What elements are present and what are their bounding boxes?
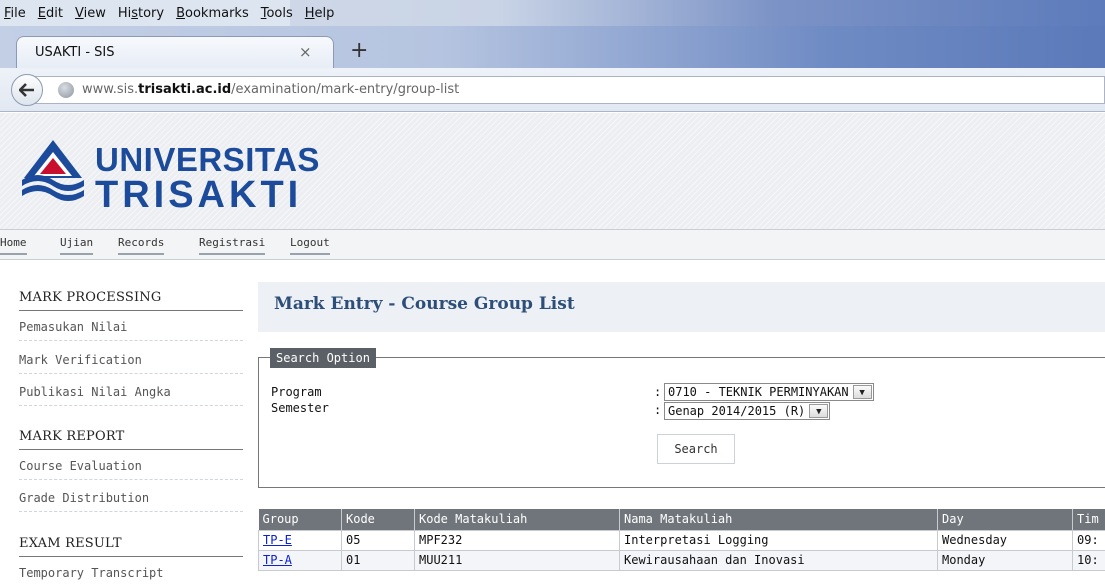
search-option-legend: Search Option (270, 348, 376, 368)
cell-nama-matakuliah: Kewirausahaan dan Inovasi (620, 550, 938, 570)
cell-day: Wednesday (938, 530, 1073, 550)
cell-nama-matakuliah: Interpretasi Logging (620, 530, 938, 550)
browser-tab[interactable]: USAKTI - SIS × (16, 36, 334, 68)
back-button[interactable] (11, 74, 43, 106)
cell-time: 10: (1073, 550, 1105, 570)
sidebar-item-publikasi-nilai-angka[interactable]: Publikasi Nilai Angka (19, 385, 243, 406)
cell-kode-matakuliah: MUU211 (415, 550, 620, 570)
col-header-day: Day (938, 509, 1073, 530)
chevron-down-icon: ▼ (853, 385, 872, 399)
site-header: UNIVERSITAS TRISAKTI (0, 113, 1105, 230)
menu-tools[interactable]: Tools (261, 6, 293, 21)
cell-time: 09: (1073, 530, 1105, 550)
col-header-time: Tim (1073, 509, 1105, 530)
logo-universitas: UNIVERSITAS (95, 143, 320, 176)
cell-kode: 01 (342, 550, 415, 570)
cell-group: TP-A (259, 550, 342, 570)
search-option-panel: Search Option Program : 0710 - TEKNIK PE… (258, 357, 1105, 488)
new-tab-icon[interactable]: + (350, 40, 368, 62)
program-colon: : (654, 385, 661, 399)
group-link[interactable]: TP-A (263, 553, 292, 567)
browser-menubar: File Edit View History Bookmarks Tools H… (0, 0, 1105, 26)
col-header-kode: Kode (342, 509, 415, 530)
menu-list: File Edit View History Bookmarks Tools H… (0, 0, 290, 26)
semester-select[interactable]: Genap 2014/2015 (R) ▼ (664, 402, 830, 420)
table-row: TP-A 01 MUU211 Kewirausahaan dan Inovasi… (259, 550, 1105, 570)
col-header-group: Group (259, 509, 342, 530)
menu-view[interactable]: View (75, 6, 106, 21)
menu-bookmarks[interactable]: Bookmarks (176, 6, 249, 21)
close-tab-icon[interactable]: × (299, 43, 312, 61)
browser-navbar: www.sis.trisakti.ac.id/examination/mark-… (0, 68, 1105, 112)
trisakti-emblem-icon (18, 136, 88, 206)
logo-trisakti: TRISAKTI (95, 176, 302, 214)
sidebar-heading-mark-processing: MARK PROCESSING (19, 290, 243, 311)
cell-kode: 05 (342, 530, 415, 550)
back-arrow-icon (19, 83, 35, 97)
globe-icon (58, 82, 74, 98)
menu-history[interactable]: History (118, 6, 164, 21)
nav-registrasi[interactable]: Registrasi (199, 236, 265, 255)
program-select[interactable]: 0710 - TEKNIK PERMINYAKAN ▼ (664, 383, 874, 401)
group-link[interactable]: TP-E (263, 533, 292, 547)
page-title: Mark Entry - Course Group List (274, 294, 575, 314)
search-button[interactable]: Search (657, 434, 735, 464)
page-title-bar: Mark Entry - Course Group List (258, 282, 1105, 332)
sidebar-item-mark-verification[interactable]: Mark Verification (19, 353, 243, 374)
course-group-table: Group Kode Kode Matakuliah Nama Matakuli… (258, 509, 1105, 571)
table-row: TP-E 05 MPF232 Interpretasi Logging Wedn… (259, 530, 1105, 550)
url-bar[interactable]: www.sis.trisakti.ac.id/examination/mark-… (34, 76, 1105, 104)
sidebar-item-pemasukan-nilai[interactable]: Pemasukan Nilai (19, 320, 243, 341)
semester-colon: : (654, 403, 661, 417)
sidebar-item-grade-distribution[interactable]: Grade Distribution (19, 491, 243, 512)
site-nav: Home Ujian Records Registrasi Logout (0, 230, 1105, 260)
col-header-nama-matakuliah: Nama Matakuliah (620, 509, 938, 530)
cell-kode-matakuliah: MPF232 (415, 530, 620, 550)
sidebar-item-temporary-transcript[interactable]: Temporary Transcript (19, 566, 243, 586)
nav-home[interactable]: Home (0, 236, 27, 255)
chevron-down-icon: ▼ (809, 404, 828, 418)
sidebar-heading-exam-result: EXAM RESULT (19, 536, 243, 557)
sidebar-item-course-evaluation[interactable]: Course Evaluation (19, 459, 243, 480)
menu-edit[interactable]: Edit (38, 6, 63, 21)
program-label: Program (271, 385, 322, 399)
url-text: www.sis.trisakti.ac.id/examination/mark-… (82, 82, 459, 97)
col-header-kode-matakuliah: Kode Matakuliah (415, 509, 620, 530)
program-select-value: 0710 - TEKNIK PERMINYAKAN (668, 385, 849, 399)
table-header-row: Group Kode Kode Matakuliah Nama Matakuli… (259, 509, 1105, 530)
cell-group: TP-E (259, 530, 342, 550)
menu-help[interactable]: Help (305, 6, 335, 21)
menu-file[interactable]: File (4, 6, 26, 21)
cell-day: Monday (938, 550, 1073, 570)
nav-records[interactable]: Records (118, 236, 164, 255)
tab-strip: USAKTI - SIS × + (0, 26, 1105, 68)
semester-label: Semester (271, 401, 329, 415)
nav-logout[interactable]: Logout (290, 236, 330, 255)
semester-select-value: Genap 2014/2015 (R) (668, 404, 805, 418)
sidebar-heading-mark-report: MARK REPORT (19, 429, 243, 450)
nav-ujian[interactable]: Ujian (60, 236, 93, 255)
tab-title: USAKTI - SIS (35, 45, 115, 60)
